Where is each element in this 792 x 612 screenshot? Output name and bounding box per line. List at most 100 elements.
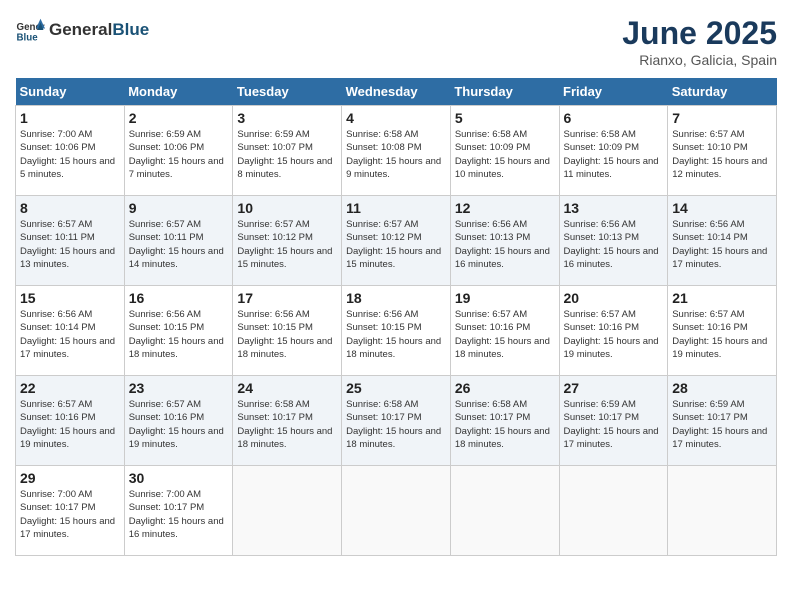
weekday-header-tuesday: Tuesday <box>233 78 342 106</box>
title-area: June 2025 Rianxo, Galicia, Spain <box>622 15 777 68</box>
day-detail: Sunrise: 6:58 AMSunset: 10:17 PMDaylight… <box>455 398 555 451</box>
weekday-header-thursday: Thursday <box>450 78 559 106</box>
day-number: 8 <box>20 200 120 216</box>
logo-general: General <box>49 20 112 39</box>
day-cell-15: 15Sunrise: 6:56 AMSunset: 10:14 PMDaylig… <box>16 286 125 376</box>
day-number: 1 <box>20 110 120 126</box>
logo-icon: General Blue <box>15 15 45 45</box>
day-number: 12 <box>455 200 555 216</box>
weekday-header-saturday: Saturday <box>668 78 777 106</box>
day-number: 13 <box>564 200 664 216</box>
day-number: 16 <box>129 290 229 306</box>
day-detail: Sunrise: 6:56 AMSunset: 10:14 PMDaylight… <box>672 218 772 271</box>
day-detail: Sunrise: 6:58 AMSunset: 10:09 PMDaylight… <box>455 128 555 181</box>
empty-cell <box>668 466 777 556</box>
day-cell-3: 3 Sunrise: 6:59 AMSunset: 10:07 PMDayligh… <box>233 106 342 196</box>
day-cell-25: 25 Sunrise: 6:58 AMSunset: 10:17 PMDaylig… <box>342 376 451 466</box>
day-cell-28: 28 Sunrise: 6:59 AMSunset: 10:17 PMDaylig… <box>668 376 777 466</box>
day-number: 25 <box>346 380 446 396</box>
day-cell-1: 1 Sunrise: 7:00 AMSunset: 10:06 PMDayligh… <box>16 106 125 196</box>
day-number: 7 <box>672 110 772 126</box>
day-cell-21: 21 Sunrise: 6:57 AMSunset: 10:16 PMDaylig… <box>668 286 777 376</box>
day-cell-10: 10 Sunrise: 6:57 AMSunset: 10:12 PMDaylig… <box>233 196 342 286</box>
day-detail: Sunrise: 7:00 AMSunset: 10:17 PMDaylight… <box>20 488 120 541</box>
day-number: 22 <box>20 380 120 396</box>
day-detail: Sunrise: 6:58 AMSunset: 10:09 PMDaylight… <box>564 128 664 181</box>
logo-text: GeneralBlue <box>49 20 149 40</box>
day-detail: Sunrise: 6:57 AMSunset: 10:10 PMDaylight… <box>672 128 772 181</box>
week-row-3: 15Sunrise: 6:56 AMSunset: 10:14 PMDaylig… <box>16 286 777 376</box>
day-number: 5 <box>455 110 555 126</box>
day-cell-24: 24 Sunrise: 6:58 AMSunset: 10:17 PMDaylig… <box>233 376 342 466</box>
day-cell-6: 6 Sunrise: 6:58 AMSunset: 10:09 PMDayligh… <box>559 106 668 196</box>
day-number: 6 <box>564 110 664 126</box>
day-cell-17: 17 Sunrise: 6:56 AMSunset: 10:15 PMDaylig… <box>233 286 342 376</box>
empty-cell <box>342 466 451 556</box>
svg-text:Blue: Blue <box>17 33 39 44</box>
day-cell-22: 22 Sunrise: 6:57 AMSunset: 10:16 PMDaylig… <box>16 376 125 466</box>
day-number: 21 <box>672 290 772 306</box>
day-detail: Sunrise: 6:56 AMSunset: 10:15 PMDaylight… <box>129 308 229 361</box>
empty-cell <box>233 466 342 556</box>
weekday-header-sunday: Sunday <box>16 78 125 106</box>
day-cell-19: 19Sunrise: 6:57 AMSunset: 10:16 PMDaylig… <box>450 286 559 376</box>
day-cell-16: 16 Sunrise: 6:56 AMSunset: 10:15 PMDaylig… <box>124 286 233 376</box>
calendar-table: SundayMondayTuesdayWednesdayThursdayFrid… <box>15 78 777 556</box>
day-cell-29: 29 Sunrise: 7:00 AMSunset: 10:17 PMDaylig… <box>16 466 125 556</box>
day-number: 30 <box>129 470 229 486</box>
day-cell-7: 7 Sunrise: 6:57 AMSunset: 10:10 PMDayligh… <box>668 106 777 196</box>
day-detail: Sunrise: 6:57 AMSunset: 10:16 PMDaylight… <box>455 308 555 361</box>
day-cell-8: 8 Sunrise: 6:57 AMSunset: 10:11 PMDayligh… <box>16 196 125 286</box>
logo-blue: Blue <box>112 20 149 39</box>
week-row-5: 29 Sunrise: 7:00 AMSunset: 10:17 PMDaylig… <box>16 466 777 556</box>
day-detail: Sunrise: 6:58 AMSunset: 10:17 PMDaylight… <box>346 398 446 451</box>
day-cell-30: 30Sunrise: 7:00 AMSunset: 10:17 PMDaylig… <box>124 466 233 556</box>
day-detail: Sunrise: 6:57 AMSunset: 10:16 PMDaylight… <box>20 398 120 451</box>
day-number: 20 <box>564 290 664 306</box>
day-number: 9 <box>129 200 229 216</box>
day-number: 27 <box>564 380 664 396</box>
day-detail: Sunrise: 6:56 AMSunset: 10:13 PMDaylight… <box>455 218 555 271</box>
day-detail: Sunrise: 6:59 AMSunset: 10:17 PMDaylight… <box>672 398 772 451</box>
day-cell-18: 18Sunrise: 6:56 AMSunset: 10:15 PMDaylig… <box>342 286 451 376</box>
day-detail: Sunrise: 7:00 AMSunset: 10:06 PMDaylight… <box>20 128 120 181</box>
day-detail: Sunrise: 6:59 AMSunset: 10:06 PMDaylight… <box>129 128 229 181</box>
empty-cell <box>559 466 668 556</box>
day-number: 23 <box>129 380 229 396</box>
location-subtitle: Rianxo, Galicia, Spain <box>622 52 777 68</box>
day-cell-11: 11Sunrise: 6:57 AMSunset: 10:12 PMDaylig… <box>342 196 451 286</box>
day-detail: Sunrise: 6:59 AMSunset: 10:17 PMDaylight… <box>564 398 664 451</box>
day-number: 15 <box>20 290 120 306</box>
day-cell-14: 14 Sunrise: 6:56 AMSunset: 10:14 PMDaylig… <box>668 196 777 286</box>
day-cell-12: 12 Sunrise: 6:56 AMSunset: 10:13 PMDaylig… <box>450 196 559 286</box>
day-number: 3 <box>237 110 337 126</box>
day-detail: Sunrise: 6:57 AMSunset: 10:12 PMDaylight… <box>237 218 337 271</box>
day-number: 29 <box>20 470 120 486</box>
day-number: 10 <box>237 200 337 216</box>
day-number: 28 <box>672 380 772 396</box>
day-detail: Sunrise: 6:57 AMSunset: 10:16 PMDaylight… <box>672 308 772 361</box>
day-number: 24 <box>237 380 337 396</box>
day-cell-2: 2Sunrise: 6:59 AMSunset: 10:06 PMDayligh… <box>124 106 233 196</box>
page-header: General Blue GeneralBlue June 2025 Rianx… <box>15 15 777 68</box>
day-detail: Sunrise: 6:58 AMSunset: 10:08 PMDaylight… <box>346 128 446 181</box>
week-row-4: 22 Sunrise: 6:57 AMSunset: 10:16 PMDaylig… <box>16 376 777 466</box>
day-number: 14 <box>672 200 772 216</box>
day-detail: Sunrise: 6:56 AMSunset: 10:15 PMDaylight… <box>346 308 446 361</box>
day-detail: Sunrise: 6:58 AMSunset: 10:17 PMDaylight… <box>237 398 337 451</box>
weekday-header-row: SundayMondayTuesdayWednesdayThursdayFrid… <box>16 78 777 106</box>
day-detail: Sunrise: 6:59 AMSunset: 10:07 PMDaylight… <box>237 128 337 181</box>
day-detail: Sunrise: 6:56 AMSunset: 10:15 PMDaylight… <box>237 308 337 361</box>
weekday-header-monday: Monday <box>124 78 233 106</box>
day-detail: Sunrise: 6:57 AMSunset: 10:12 PMDaylight… <box>346 218 446 271</box>
week-row-1: 1 Sunrise: 7:00 AMSunset: 10:06 PMDayligh… <box>16 106 777 196</box>
day-cell-23: 23 Sunrise: 6:57 AMSunset: 10:16 PMDaylig… <box>124 376 233 466</box>
day-cell-20: 20Sunrise: 6:57 AMSunset: 10:16 PMDaylig… <box>559 286 668 376</box>
month-title: June 2025 <box>622 15 777 52</box>
weekday-header-friday: Friday <box>559 78 668 106</box>
day-number: 17 <box>237 290 337 306</box>
day-detail: Sunrise: 6:57 AMSunset: 10:16 PMDaylight… <box>129 398 229 451</box>
day-number: 26 <box>455 380 555 396</box>
week-row-2: 8 Sunrise: 6:57 AMSunset: 10:11 PMDayligh… <box>16 196 777 286</box>
day-detail: Sunrise: 6:57 AMSunset: 10:11 PMDaylight… <box>20 218 120 271</box>
